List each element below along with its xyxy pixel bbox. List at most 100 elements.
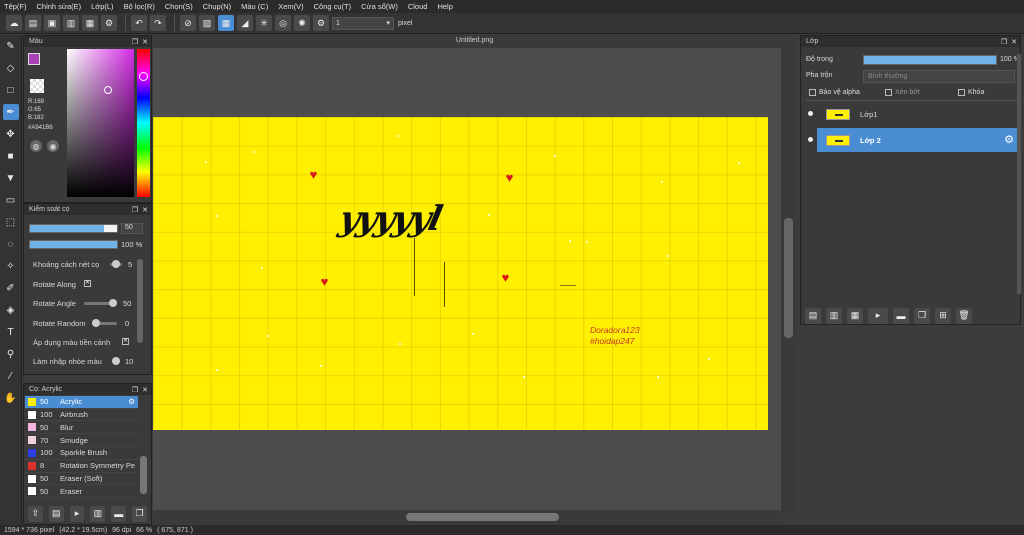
no-snap-icon[interactable]: ⊘	[180, 15, 196, 31]
palette-icon[interactable]: ◍	[30, 140, 42, 152]
sv-cursor[interactable]	[104, 86, 112, 94]
brush-list-item[interactable]: 70 Smudge	[25, 434, 138, 447]
cloud-icon[interactable]: ☁	[6, 15, 22, 31]
rotate-along-checkbox[interactable]: ✕	[84, 280, 91, 287]
clipping-checkbox[interactable]	[885, 89, 892, 96]
apply-foreground-checkbox[interactable]: ✕	[122, 338, 129, 345]
blend-mode-select[interactable]: Bình thường	[863, 70, 1015, 83]
brush-menu-icon[interactable]: ▸	[69, 505, 85, 522]
snap-grid-icon[interactable]: ▦	[218, 15, 234, 31]
menu-view[interactable]: Xem(V)	[278, 2, 303, 11]
brush-size-input[interactable]: 50	[121, 223, 143, 234]
snap-curve-icon[interactable]: ✺	[294, 15, 310, 31]
hand-tool-icon[interactable]: ✋	[3, 390, 19, 406]
brush-list-item[interactable]: 50 Eraser	[25, 485, 138, 499]
saturation-value-picker[interactable]	[67, 49, 134, 197]
redo-icon[interactable]: ↷	[150, 15, 166, 31]
layer-opacity-slider[interactable]	[863, 55, 997, 65]
undock-icon[interactable]: ❐	[132, 38, 138, 46]
menu-help[interactable]: Help	[437, 2, 452, 11]
drawing-canvas[interactable]: ♥ ♥ ♥ ♥ yyyyyl Doradora123 #hoidap247	[153, 117, 768, 430]
undo-icon[interactable]: ↶	[131, 15, 147, 31]
snap-perspective-icon[interactable]: ◢	[237, 15, 253, 31]
visibility-icon[interactable]	[808, 137, 813, 142]
folder-icon[interactable]: ▬	[111, 505, 127, 522]
visibility-icon[interactable]	[808, 111, 813, 116]
fill-rect-tool-icon[interactable]: ■	[3, 148, 19, 164]
close-icon[interactable]: ✕	[142, 386, 148, 394]
magic-wand-icon[interactable]: ✧	[3, 258, 19, 274]
close-icon[interactable]: ✕	[1011, 38, 1017, 46]
snap-parallel-icon[interactable]: ▨	[199, 15, 215, 31]
layer-row[interactable]: Lớp1	[806, 102, 1018, 126]
gradient-tool-icon[interactable]: ▭	[3, 192, 19, 208]
eyedropper-tool-icon[interactable]: ⁄	[3, 368, 19, 384]
brush-settings-icon[interactable]: ⚙	[128, 397, 135, 406]
transparent-swatch[interactable]	[30, 79, 44, 93]
primary-color-swatch[interactable]	[28, 53, 40, 65]
close-icon[interactable]: ✕	[142, 38, 148, 46]
vertical-scroll-thumb[interactable]	[784, 218, 793, 338]
new-file-icon[interactable]: ▤	[25, 15, 41, 31]
delete-layer-icon[interactable]: 🗑	[956, 307, 972, 324]
spacing-knob[interactable]	[112, 260, 120, 268]
divide-tool-icon[interactable]: ⚲	[3, 346, 19, 362]
brush-size-select[interactable]: 1 ▾	[332, 16, 394, 30]
undock-icon[interactable]: ❐	[132, 386, 138, 394]
duplicate-icon[interactable]: ❐	[132, 505, 147, 522]
settings-icon[interactable]: ⚙	[101, 15, 117, 31]
export-icon[interactable]: ▦	[82, 15, 98, 31]
undock-icon[interactable]: ❐	[132, 206, 138, 214]
select-eraser-icon[interactable]: ◈	[3, 302, 19, 318]
save-icon[interactable]: ▣	[44, 15, 60, 31]
layer-row[interactable]: Lớp 2 ⚙	[806, 128, 1018, 152]
horizontal-scroll-thumb[interactable]	[406, 513, 559, 521]
menu-capture[interactable]: Chụp(N)	[203, 2, 231, 11]
new-layer-icon[interactable]: ▤	[805, 307, 821, 324]
rotate-random-knob[interactable]	[92, 319, 100, 327]
select-tool-icon[interactable]: ⬚	[3, 214, 19, 230]
hue-slider[interactable]	[137, 49, 150, 197]
menu-color[interactable]: Màu (C)	[241, 2, 268, 11]
menu-tools[interactable]: Công cụ(T)	[314, 2, 352, 11]
pen-tool-icon[interactable]: ✒	[2, 104, 19, 120]
layer-settings-icon[interactable]: ⚙	[1004, 133, 1014, 146]
merge-layer-icon[interactable]: ⊞	[935, 307, 951, 324]
menu-layer[interactable]: Lớp(L)	[91, 2, 113, 11]
open-icon[interactable]: ▥	[63, 15, 79, 31]
brush-list-item[interactable]: 100 Sparkle Brush	[25, 447, 138, 460]
rotate-angle-knob[interactable]	[109, 299, 117, 307]
lasso-tool-icon[interactable]: ◌	[3, 236, 19, 252]
menu-edit[interactable]: Chỉnh sửa(E)	[37, 2, 82, 11]
brush-tool-icon[interactable]: ✎	[3, 38, 19, 54]
new-halftone-layer-icon[interactable]: ▥	[826, 307, 842, 324]
eraser-tool-icon[interactable]: ◇	[3, 60, 19, 76]
move-tool-icon[interactable]: ✥	[3, 126, 19, 142]
brush-list-scrollbar[interactable]	[140, 456, 147, 494]
new-folder-icon[interactable]: ▬	[893, 307, 909, 324]
color-picker-icon[interactable]: ◉	[47, 140, 59, 152]
close-icon[interactable]: ✕	[142, 206, 148, 214]
copy-brush-icon[interactable]: ▥	[90, 505, 106, 522]
snap-settings-icon[interactable]: ⚙	[313, 15, 329, 31]
text-tool-icon[interactable]: T	[3, 324, 19, 340]
menu-cloud[interactable]: Cloud	[408, 2, 428, 11]
vertical-scrollbar[interactable]	[781, 48, 796, 514]
duplicate-layer-icon[interactable]: ❐	[914, 307, 930, 324]
snap-circle-icon[interactable]: ◎	[275, 15, 291, 31]
lock-checkbox[interactable]	[958, 89, 965, 96]
snap-radial-icon[interactable]: ✳	[256, 15, 272, 31]
menu-window[interactable]: Cửa sổ(W)	[361, 2, 398, 11]
upload-icon[interactable]: ⇪	[28, 505, 43, 522]
menu-select[interactable]: Chọn(S)	[165, 2, 193, 11]
brush-list-item[interactable]: 50 Blur	[25, 421, 138, 435]
horizontal-scrollbar[interactable]	[153, 510, 781, 524]
menu-filter[interactable]: Bộ lọc(R)	[124, 2, 155, 11]
add-layer-menu-icon[interactable]: ▸	[868, 307, 888, 324]
new-8bit-layer-icon[interactable]: ▦	[847, 307, 863, 324]
hue-cursor[interactable]	[139, 72, 148, 81]
new-brush-icon[interactable]: ▤	[48, 505, 64, 522]
menu-file[interactable]: Tệp(F)	[4, 2, 27, 11]
blend-color-knob[interactable]	[112, 357, 120, 365]
brush-control-scrollbar[interactable]	[137, 259, 143, 343]
